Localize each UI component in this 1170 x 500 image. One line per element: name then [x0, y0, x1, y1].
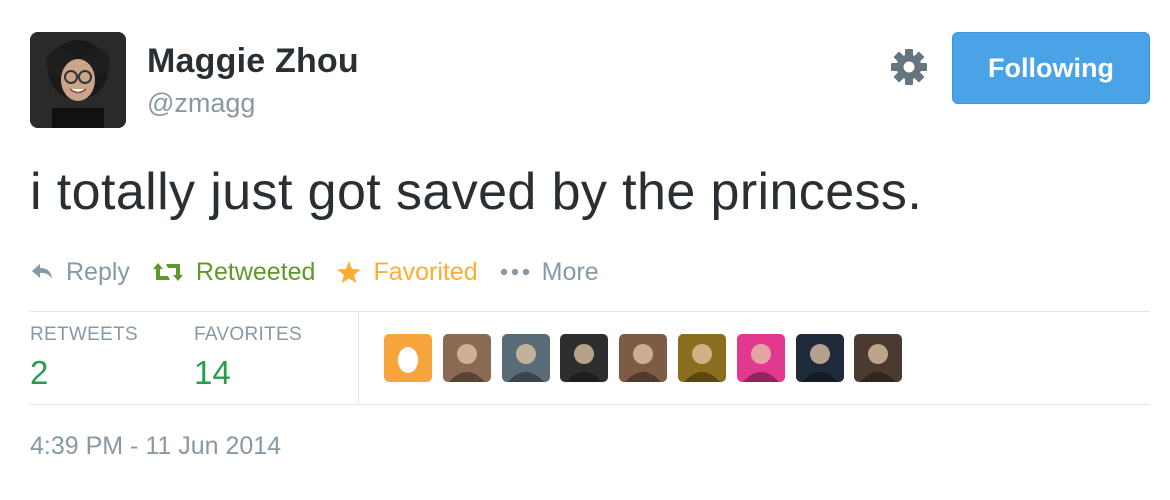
retweets-count: 2: [30, 354, 49, 391]
profile-avatar[interactable]: [30, 32, 126, 128]
favorites-label: FAVORITES: [194, 324, 302, 345]
retweet-icon: [152, 262, 184, 282]
following-button[interactable]: Following: [952, 32, 1150, 104]
favoriter-avatar[interactable]: [501, 334, 550, 382]
favorites-count: 14: [194, 354, 231, 391]
favoriter-avatar[interactable]: [854, 334, 903, 382]
favoriter-avatar[interactable]: [795, 334, 844, 382]
favoriter-avatar[interactable]: [677, 334, 726, 382]
reply-icon: [30, 262, 54, 282]
star-icon: [337, 261, 362, 283]
retweet-label: Retweeted: [195, 257, 316, 286]
favorite-label: Favorited: [373, 257, 478, 286]
retweet-button[interactable]: Retweeted: [152, 257, 316, 287]
favoriter-avatar[interactable]: [736, 334, 785, 382]
favoriters-list: [384, 334, 913, 382]
display-name[interactable]: Maggie Zhou: [147, 42, 359, 81]
divider-bottom: [30, 404, 1150, 405]
egg-avatar[interactable]: [384, 334, 432, 382]
reply-label: Reply: [66, 257, 130, 286]
more-label: More: [541, 257, 599, 286]
reply-button[interactable]: Reply: [30, 258, 130, 287]
more-button[interactable]: More: [500, 258, 599, 287]
more-dots-icon: [500, 268, 530, 276]
user-handle[interactable]: @zmagg: [147, 88, 255, 119]
favorites-stat[interactable]: FAVORITES 14: [194, 324, 302, 392]
divider-top: [30, 311, 1150, 312]
favoriter-avatar[interactable]: [560, 334, 609, 382]
tweet-actions: Reply Retweeted Favorited More: [30, 254, 621, 290]
favoriter-avatar[interactable]: [442, 334, 491, 382]
tweet-timestamp[interactable]: 4:39 PM - 11 Jun 2014: [30, 432, 281, 461]
retweets-label: RETWEETS: [30, 324, 138, 345]
gear-icon[interactable]: [890, 48, 928, 86]
favoriter-avatar[interactable]: [619, 334, 668, 382]
tweet-text: i totally just got saved by the princess…: [30, 163, 923, 221]
favorite-button[interactable]: Favorited: [337, 257, 478, 287]
stats-divider: [358, 311, 359, 404]
retweets-stat[interactable]: RETWEETS 2: [30, 324, 138, 392]
